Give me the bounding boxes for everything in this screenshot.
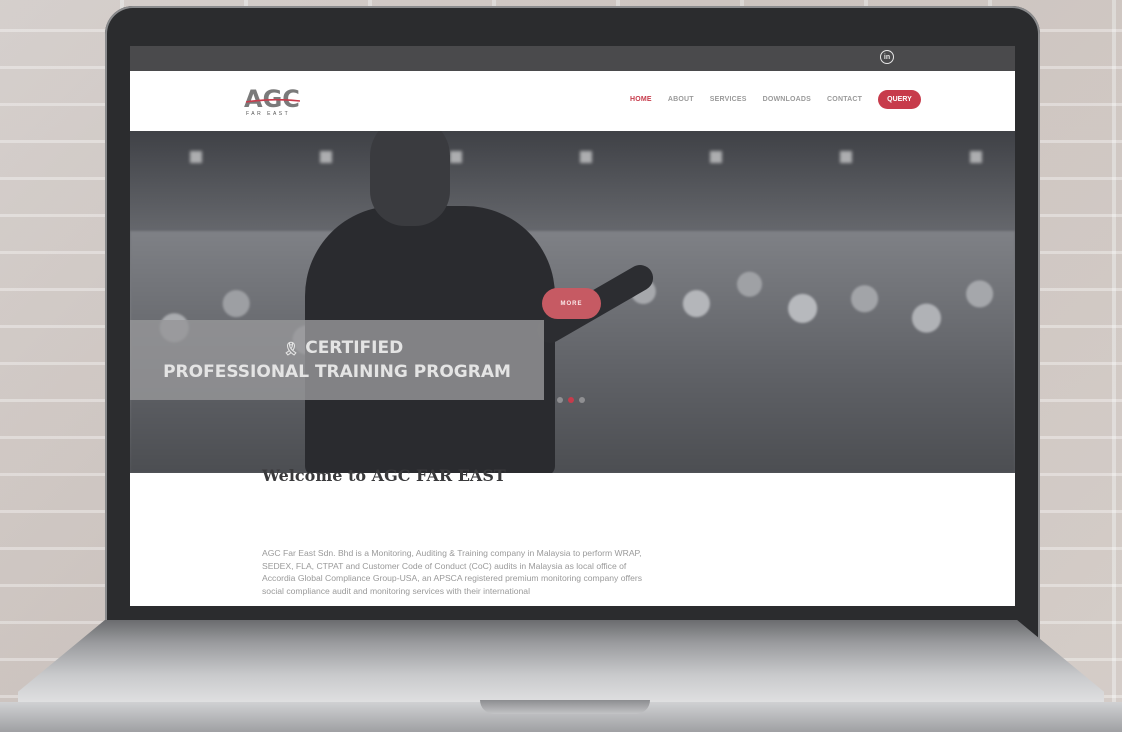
nav-item-contact[interactable]: CONTACT: [827, 96, 862, 103]
laptop-opening-groove: [480, 700, 650, 714]
main-nav: HOME ABOUT SERVICES DOWNLOADS CONTACT QU…: [630, 90, 921, 109]
hero-slider: 🎗 CERTIFIED PROFESSIONAL TRAINING PROGRA…: [130, 131, 1015, 473]
laptop-base: [18, 620, 1104, 712]
ceiling-lights: [130, 151, 1015, 163]
award-ribbon-icon: 🎗: [282, 342, 300, 357]
laptop-screen: in AGC FAR EAST HOME ABOUT SERVICES DOWN…: [130, 46, 1015, 606]
welcome-text: AGC Far East Sdn. Bhd is a Monitoring, A…: [262, 548, 643, 596]
slider-dot-2[interactable]: [568, 397, 574, 403]
nav-item-about[interactable]: ABOUT: [668, 96, 694, 103]
slider-dots: [557, 397, 585, 403]
site-header: AGC FAR EAST HOME ABOUT SERVICES DOWNLOA…: [130, 71, 1015, 131]
top-utility-bar: in: [130, 46, 1015, 71]
speaker-head: [370, 131, 450, 226]
hero-caption-line1: 🎗 CERTIFIED: [130, 338, 544, 358]
nav-item-downloads[interactable]: DOWNLOADS: [763, 96, 811, 103]
site-logo[interactable]: AGC FAR EAST: [244, 87, 304, 118]
slider-dot-1[interactable]: [557, 397, 563, 403]
hero-caption-line2: PROFESSIONAL TRAINING PROGRAM: [163, 362, 511, 382]
slider-dot-3[interactable]: [579, 397, 585, 403]
logo-swoosh-icon: [246, 99, 300, 103]
linkedin-icon[interactable]: in: [880, 50, 894, 64]
query-button[interactable]: QUERY: [878, 90, 921, 109]
nav-item-services[interactable]: SERVICES: [710, 96, 747, 103]
hero-caption-certified: CERTIFIED: [305, 338, 404, 358]
welcome-title: Welcome to AGC FAR EAST: [262, 466, 506, 485]
nav-item-home[interactable]: HOME: [630, 96, 652, 103]
more-button[interactable]: MORE: [542, 288, 601, 319]
hero-caption-box: [130, 320, 544, 400]
